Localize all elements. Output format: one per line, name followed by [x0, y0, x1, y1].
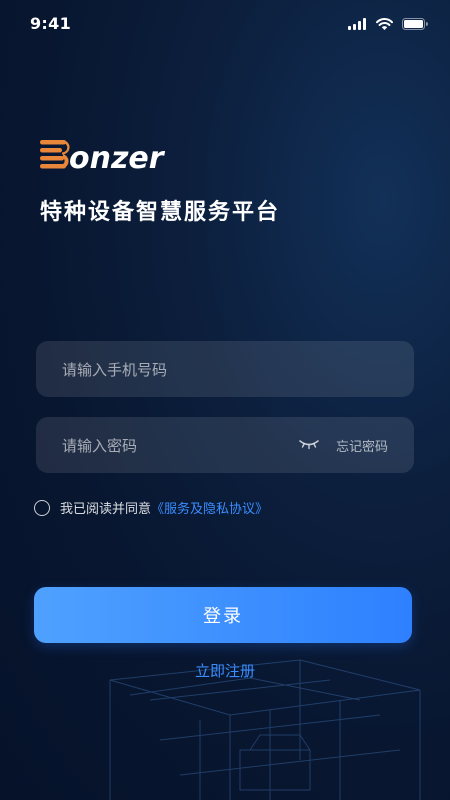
login-button[interactable]: 登录 — [34, 587, 412, 643]
agreement-radio[interactable] — [34, 499, 50, 516]
eye-closed-icon[interactable] — [299, 438, 319, 450]
password-input[interactable] — [60, 417, 304, 475]
battery-icon — [402, 18, 428, 30]
bonzer-logo: onzer — [40, 140, 166, 176]
agreement-row: 我已阅读并同意 《服务及隐私协议》 — [34, 498, 268, 517]
app-subtitle: 特种设备智慧服务平台 — [40, 200, 281, 225]
wifi-icon — [376, 18, 393, 30]
phone-input[interactable] — [60, 341, 304, 399]
phone-field[interactable] — [36, 341, 414, 399]
logo-b-mark — [40, 140, 70, 169]
logo-wordmark: onzer — [69, 141, 166, 176]
cellular-signal-icon — [348, 18, 366, 30]
status-icons — [348, 18, 428, 30]
agreement-text: 我已阅读并同意 — [60, 502, 152, 517]
password-field[interactable]: 忘记密码 — [36, 417, 414, 475]
register-link[interactable]: 立即注册 — [0, 660, 450, 681]
forgot-password-link[interactable]: 忘记密码 — [336, 436, 388, 455]
privacy-policy-link[interactable]: 《服务及隐私协议》 — [151, 498, 268, 517]
status-bar: 9:41 — [0, 0, 450, 48]
status-time: 9:41 — [30, 14, 71, 33]
